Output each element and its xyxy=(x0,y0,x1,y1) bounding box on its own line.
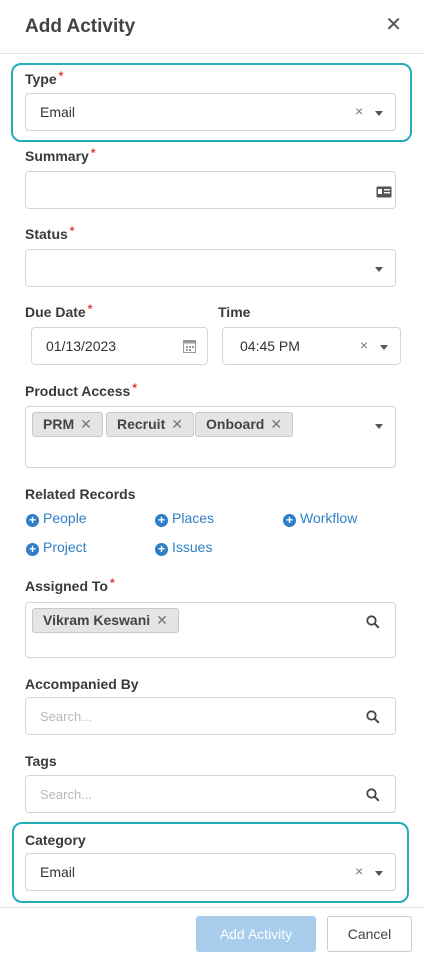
required-marker: * xyxy=(90,146,96,160)
category-label: Category xyxy=(25,832,86,848)
related-link-places[interactable]: + Places xyxy=(155,510,214,527)
assignee-chip[interactable]: Vikram Keswani ✕ xyxy=(32,608,179,633)
tags-placeholder: Search... xyxy=(40,787,93,802)
type-select[interactable]: Email × xyxy=(25,93,396,131)
due-date-value: 01/13/2023 xyxy=(46,338,117,354)
related-link-project[interactable]: + Project xyxy=(26,539,87,556)
chevron-down-icon[interactable] xyxy=(375,424,383,429)
chevron-down-icon[interactable] xyxy=(375,871,383,876)
product-chip-onboard[interactable]: Onboard ✕ xyxy=(195,412,294,437)
calendar-icon[interactable] xyxy=(183,339,196,358)
assigned-to-select[interactable]: Vikram Keswani ✕ xyxy=(25,602,396,658)
product-access-select[interactable]: PRM ✕ Recruit ✕ Onboard ✕ xyxy=(25,406,396,468)
tags-input[interactable]: Search... xyxy=(25,775,396,813)
related-link-people[interactable]: + People xyxy=(26,510,87,527)
search-icon[interactable] xyxy=(366,710,380,729)
related-link-workflow[interactable]: + Workflow xyxy=(283,510,357,527)
plus-circle-icon: + xyxy=(283,514,296,527)
id-card-icon[interactable] xyxy=(376,185,392,203)
status-select[interactable] xyxy=(25,249,396,287)
time-label: Time xyxy=(218,304,251,320)
product-chip-prm[interactable]: PRM ✕ xyxy=(32,412,103,437)
remove-chip-icon[interactable]: ✕ xyxy=(171,416,183,432)
remove-chip-icon[interactable]: ✕ xyxy=(270,416,282,432)
remove-chip-icon[interactable]: ✕ xyxy=(156,612,168,628)
time-value: 04:45 PM xyxy=(240,338,300,354)
plus-circle-icon: + xyxy=(26,543,39,556)
chevron-down-icon[interactable] xyxy=(380,345,388,350)
time-select[interactable]: 04:45 PM × xyxy=(222,327,401,365)
cancel-button[interactable]: Cancel xyxy=(327,916,412,952)
assigned-to-label: Assigned To * xyxy=(25,576,115,594)
add-activity-button[interactable]: Add Activity xyxy=(196,916,316,952)
product-access-label: Product Access * xyxy=(25,381,137,399)
required-marker: * xyxy=(87,302,93,316)
time-clear-icon[interactable]: × xyxy=(360,337,368,353)
search-icon[interactable] xyxy=(366,615,380,634)
due-date-label: Due Date * xyxy=(25,302,93,320)
chevron-down-icon[interactable] xyxy=(375,111,383,116)
tags-label: Tags xyxy=(25,753,57,769)
accompanied-by-input[interactable]: Search... xyxy=(25,697,396,735)
type-label: Type * xyxy=(25,69,64,87)
related-records-label: Related Records xyxy=(25,486,136,502)
related-link-issues[interactable]: + Issues xyxy=(155,539,212,556)
dialog-header: Add Activity ✕ xyxy=(0,0,424,54)
required-marker: * xyxy=(132,381,137,395)
status-label: Status * xyxy=(25,224,75,242)
dialog-title: Add Activity xyxy=(25,16,136,37)
category-select[interactable]: Email × xyxy=(25,853,396,891)
remove-chip-icon[interactable]: ✕ xyxy=(80,416,92,432)
plus-circle-icon: + xyxy=(155,514,168,527)
category-value: Email xyxy=(40,864,76,880)
plus-circle-icon: + xyxy=(26,514,39,527)
due-date-input[interactable]: 01/13/2023 xyxy=(31,327,208,365)
plus-circle-icon: + xyxy=(155,543,168,556)
summary-label: Summary * xyxy=(25,146,96,164)
category-clear-icon[interactable]: × xyxy=(355,863,363,879)
summary-input[interactable] xyxy=(25,171,396,209)
search-icon[interactable] xyxy=(366,788,380,807)
chevron-down-icon[interactable] xyxy=(375,267,383,272)
product-chip-recruit[interactable]: Recruit ✕ xyxy=(106,412,194,437)
type-clear-icon[interactable]: × xyxy=(355,103,363,119)
close-icon[interactable]: ✕ xyxy=(385,12,402,37)
accompanied-by-placeholder: Search... xyxy=(40,709,93,724)
accompanied-by-label: Accompanied By xyxy=(25,676,139,692)
type-value: Email xyxy=(40,104,76,120)
required-marker: * xyxy=(69,224,75,238)
required-marker: * xyxy=(109,576,115,590)
required-marker: * xyxy=(58,69,64,83)
